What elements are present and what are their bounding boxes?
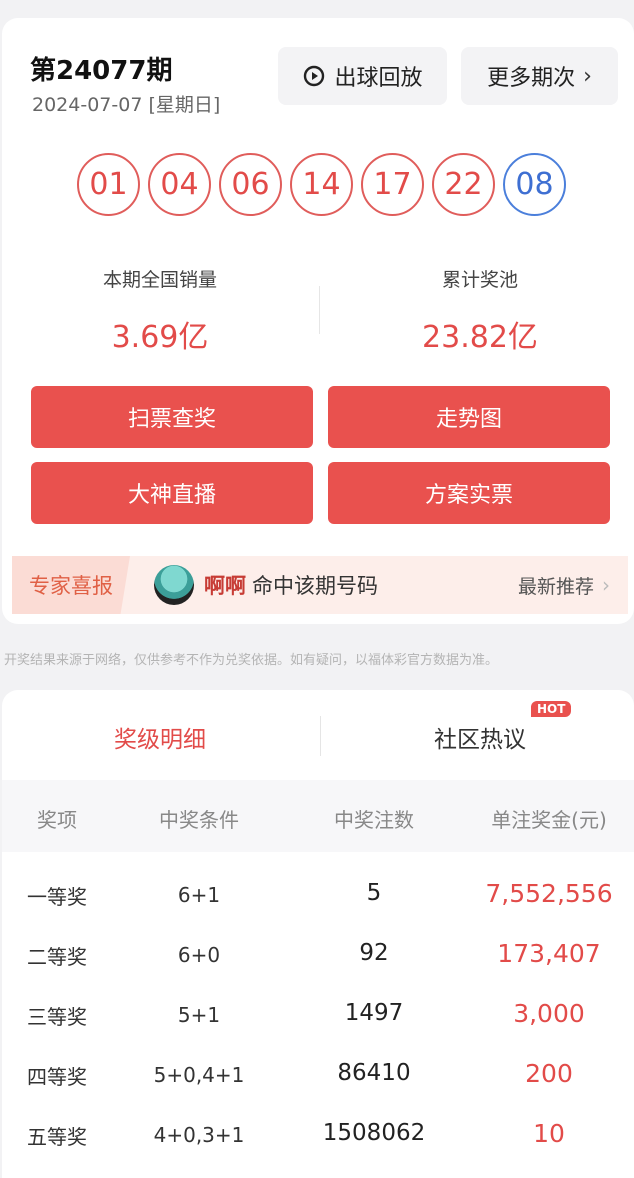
column-header-prize: 奖项 [37, 808, 77, 832]
prize-level-cell: 五等奖 [27, 1125, 87, 1149]
expert-banner[interactable]: 专家喜报 啊啊 命中该期号码 最新推荐 › [12, 556, 628, 614]
issue-number: 第24077期 [30, 56, 173, 86]
trend-chart-button[interactable]: 走势图 [328, 386, 610, 448]
prize-level-cell: 三等奖 [27, 1005, 87, 1029]
winning-numbers: 01 04 06 14 17 22 08 [77, 153, 566, 216]
red-ball: 06 [219, 153, 282, 216]
expert-name: 啊啊 [204, 574, 246, 598]
prize-level-cell: 二等奖 [27, 945, 87, 969]
sales-stat: 本期全国销量 3.69亿 [10, 265, 310, 356]
prize-amount-cell: 173,407 [497, 939, 601, 968]
red-ball: 17 [361, 153, 424, 216]
winner-count-cell: 5 [366, 880, 382, 906]
plan-tickets-button[interactable]: 方案实票 [328, 462, 610, 524]
more-issues-button[interactable]: 更多期次 › [461, 47, 618, 105]
avatar [154, 565, 194, 605]
prize-amount-cell: 10 [533, 1119, 565, 1148]
hot-badge: HOT [531, 701, 572, 717]
red-ball: 22 [432, 153, 495, 216]
red-ball: 04 [148, 153, 211, 216]
chevron-right-icon: › [583, 63, 592, 89]
expert-message: 命中该期号码 [252, 574, 378, 598]
disclaimer-text: 开奖结果来源于网络，仅供参考不作为兑奖依据。如有疑问，以福体彩官方数据为准。 [4, 653, 499, 668]
column-header-amount: 单注奖金(元) [491, 808, 607, 832]
sales-label: 本期全国销量 [102, 269, 217, 291]
stat-divider [319, 286, 320, 334]
prize-amount-cell: 3,000 [513, 999, 585, 1028]
condition-cell: 5+1 [177, 1003, 221, 1027]
red-ball: 14 [290, 153, 353, 216]
prize-amount-cell: 200 [525, 1059, 573, 1088]
chevron-right-icon: › [602, 573, 610, 597]
condition-cell: 6+1 [177, 883, 221, 907]
tab-divider [320, 716, 321, 756]
winner-count-cell: 86410 [337, 1060, 411, 1086]
red-ball: 01 [77, 153, 140, 216]
scan-ticket-button[interactable]: 扫票查奖 [31, 386, 313, 448]
tab-community[interactable]: 社区热议 [330, 720, 630, 754]
replay-button[interactable]: 出球回放 [278, 47, 447, 105]
replay-label: 出球回放 [334, 66, 423, 91]
expert-live-button[interactable]: 大神直播 [31, 462, 313, 524]
pool-value: 23.82亿 [422, 320, 538, 355]
more-issues-label: 更多期次 [487, 66, 576, 91]
condition-cell: 6+0 [177, 943, 221, 967]
pool-stat: 累计奖池 23.82亿 [330, 265, 630, 356]
draw-date: 2024-07-07 [星期日] [32, 94, 221, 116]
blue-ball: 08 [503, 153, 566, 216]
prize-level-cell: 一等奖 [27, 885, 87, 909]
prize-detail-card [2, 690, 634, 1178]
prize-amount-cell: 7,552,556 [485, 879, 613, 908]
expert-tag: 专家喜报 [12, 556, 130, 614]
tab-prize-detail[interactable]: 奖级明细 [10, 720, 310, 754]
column-header-condition: 中奖条件 [159, 808, 239, 832]
latest-recommend-link[interactable]: 最新推荐 › [518, 572, 610, 599]
column-header-count: 中奖注数 [334, 808, 414, 832]
condition-cell: 4+0,3+1 [153, 1123, 245, 1147]
replay-icon [304, 65, 325, 87]
condition-cell: 5+0,4+1 [153, 1063, 245, 1087]
pool-label: 累计奖池 [441, 269, 518, 291]
winner-count-cell: 1497 [344, 1000, 404, 1026]
latest-recommend-label: 最新推荐 [517, 575, 594, 598]
winner-count-cell: 1508062 [322, 1120, 426, 1146]
sales-value: 3.69亿 [111, 320, 209, 355]
prize-level-cell: 四等奖 [27, 1065, 87, 1089]
winner-count-cell: 92 [359, 940, 389, 966]
